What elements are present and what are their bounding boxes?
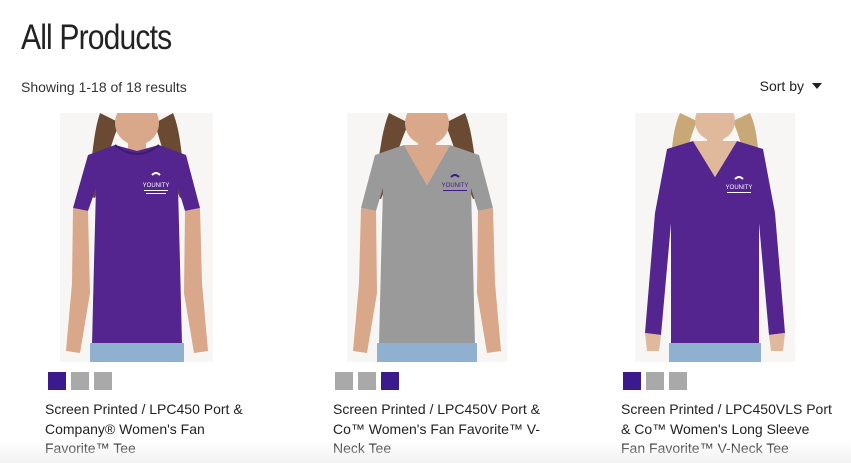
tshirt-photo: YOUNITY: [60, 113, 213, 362]
sort-by-label: Sort by: [759, 78, 804, 94]
color-swatch-purple[interactable]: [381, 372, 399, 390]
product-logo: YOUNITY: [442, 183, 469, 189]
page-title: All Products: [21, 18, 172, 57]
product-logo: YOUNITY: [143, 183, 170, 189]
color-swatch-gray[interactable]: [335, 372, 353, 390]
color-swatch-gray[interactable]: [669, 372, 687, 390]
product-image[interactable]: YOUNITY: [635, 113, 795, 362]
product-logo: YOUNITY: [726, 185, 753, 191]
tshirt-photo: YOUNITY: [347, 113, 507, 362]
color-swatch-gray[interactable]: [646, 372, 664, 390]
color-swatch-gray[interactable]: [358, 372, 376, 390]
color-swatches: [48, 372, 112, 390]
product-image[interactable]: YOUNITY: [60, 113, 213, 362]
tshirt-photo: YOUNITY: [635, 113, 795, 362]
color-swatch-gray[interactable]: [94, 372, 112, 390]
sort-by-dropdown[interactable]: Sort by: [760, 78, 822, 94]
color-swatches: [335, 372, 399, 390]
caret-down-icon: [812, 83, 822, 89]
results-count: Showing 1-18 of 18 results: [21, 79, 187, 95]
color-swatch-gray[interactable]: [71, 372, 89, 390]
product-image[interactable]: YOUNITY: [347, 113, 507, 362]
color-swatch-purple[interactable]: [48, 372, 66, 390]
color-swatch-purple[interactable]: [623, 372, 641, 390]
color-swatches: [623, 372, 687, 390]
bottom-fade: [0, 441, 851, 463]
